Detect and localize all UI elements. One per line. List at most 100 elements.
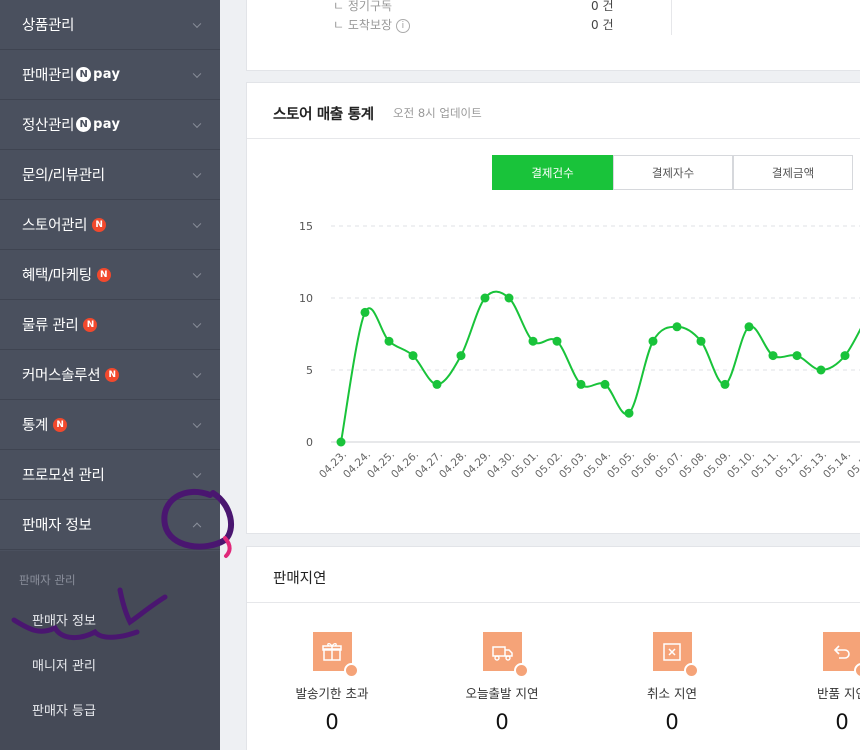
delay-item-ship-deadline[interactable]: 발송기한 초과 0 (247, 632, 417, 734)
sidebar-item[interactable]: 통계 N (0, 400, 220, 450)
sidebar-item-label: 정산관리 (22, 118, 75, 134)
delay-title: 판매지연 (273, 571, 327, 587)
chevron-down-icon (192, 169, 202, 178)
delay-label: 반품 지연 (817, 686, 860, 701)
data-point[interactable] (528, 336, 538, 346)
data-point[interactable] (504, 293, 514, 303)
y-tick-label: 10 (299, 292, 313, 305)
seller-submenu: 판매자 관리 판매자 정보 매니저 관리 판매자 등급 (0, 551, 220, 750)
submenu-item-seller-info[interactable]: 판매자 정보 (32, 610, 96, 629)
truck-icon (482, 632, 529, 678)
tab-payer-count[interactable]: 결제자수 (613, 155, 733, 190)
new-badge: N (53, 417, 68, 432)
data-point[interactable] (840, 351, 850, 361)
chevron-down-icon (192, 219, 202, 228)
stats-title: 스토어 매출 통계 (273, 107, 374, 123)
sidebar-item-label: 판매자 정보 (22, 518, 92, 534)
chevron-down-icon (192, 269, 202, 278)
chevron-down-icon (192, 69, 202, 78)
sidebar-item-label: 커머스솔루션 (22, 368, 101, 384)
sidebar-item-label: 통계 (22, 418, 49, 434)
y-tick-label: 0 (306, 436, 313, 449)
delay-value: 0 (665, 710, 679, 734)
data-point[interactable] (720, 379, 730, 389)
tab-payment-amount[interactable]: 결제금액 (733, 155, 853, 190)
gift-icon (312, 632, 359, 678)
subscription-value: 0 건 (591, 0, 614, 13)
data-point[interactable] (792, 351, 802, 361)
data-point[interactable] (768, 351, 778, 361)
delay-item-today-dispatch[interactable]: 오늘출발 지연 0 (417, 632, 587, 734)
new-badge: N (105, 367, 120, 382)
npay-text: pay (93, 117, 121, 132)
data-point[interactable] (696, 336, 706, 346)
sidebar-nav: 상품관리 판매관리 Npay 정산관리 Npay 문의/리뷰관리 스토어관리 N 혜택/마케팅 N… (0, 0, 220, 550)
sidebar-item[interactable]: 혜택/마케팅 N (0, 250, 220, 300)
data-point[interactable] (408, 351, 418, 361)
delay-label: 발송기한 초과 (295, 686, 369, 701)
sidebar: 상품관리 판매관리 Npay 정산관리 Npay 문의/리뷰관리 스토어관리 N 혜택/마케팅 N… (0, 0, 220, 750)
sidebar-item[interactable]: 상품관리 (0, 0, 220, 50)
data-point[interactable] (456, 351, 466, 361)
submenu-item-seller-grade[interactable]: 판매자 등급 (32, 700, 96, 719)
chevron-down-icon (192, 419, 202, 428)
store-sales-stats-card: 스토어 매출 통계 오전 8시 업데이트 결제건수 결제자수 결제금액 0 5 10… (246, 82, 860, 534)
chevron-down-icon (192, 369, 202, 378)
delay-item-cancel[interactable]: 취소 지연 0 (587, 632, 757, 734)
data-point[interactable] (432, 379, 442, 389)
stats-update-time: 오전 8시 업데이트 (393, 106, 482, 120)
npay-n-mark: N (76, 117, 92, 132)
npay-text: pay (93, 67, 121, 82)
sales-delay-card: 판매지연 발송기한 초과 0 오늘출발 지연 0 취소 지연 0 반품 지연 0 (246, 546, 860, 750)
delay-item-return[interactable]: 반품 지연 0 (757, 632, 860, 734)
tab-payment-count[interactable]: 결제건수 (492, 155, 613, 190)
submenu-header: 판매자 관리 (19, 573, 76, 587)
sidebar-item[interactable]: 판매관리 Npay (0, 50, 220, 100)
sidebar-item-label: 문의/리뷰관리 (22, 168, 105, 184)
data-point[interactable] (816, 365, 826, 375)
sidebar-item[interactable]: 정산관리 Npay (0, 100, 220, 150)
sidebar-item[interactable]: 문의/리뷰관리 (0, 150, 220, 200)
series-line (340, 290, 860, 443)
chevron-down-icon (192, 319, 202, 328)
clock-icon (683, 663, 699, 678)
clock-icon (343, 663, 359, 678)
npay-logo-icon: Npay (76, 67, 120, 82)
submenu-item-manager[interactable]: 매니저 관리 (32, 655, 96, 674)
subscription-label: ㄴ 정기구독 (333, 0, 393, 13)
data-point[interactable] (480, 293, 490, 303)
data-point[interactable] (648, 336, 658, 346)
cancel-icon (652, 632, 699, 678)
sidebar-item-label: 물류 관리 (22, 318, 79, 334)
sidebar-item[interactable]: 프로모션 관리 (0, 450, 220, 500)
info-icon[interactable]: i (395, 18, 410, 33)
return-icon (822, 632, 860, 678)
divider (247, 602, 860, 603)
clock-icon (513, 663, 529, 678)
sidebar-item-label: 스토어관리 (22, 218, 88, 234)
new-badge: N (83, 317, 98, 332)
data-point[interactable] (552, 336, 562, 346)
clock-icon (853, 663, 860, 678)
delay-label: 취소 지연 (647, 686, 697, 701)
data-point[interactable] (624, 408, 634, 418)
tree-branch-icon: ㄴ (333, 18, 348, 32)
data-point[interactable] (360, 307, 370, 317)
sidebar-item[interactable]: 커머스솔루션 N (0, 350, 220, 400)
data-point[interactable] (576, 379, 586, 389)
new-badge: N (96, 267, 111, 282)
sidebar-item[interactable]: 물류 관리 N (0, 300, 220, 350)
delay-label: 오늘출발 지연 (465, 686, 539, 701)
data-point[interactable] (672, 322, 682, 332)
y-tick-label: 5 (306, 364, 313, 377)
sidebar-item-label: 상품관리 (22, 18, 75, 34)
delay-value: 0 (495, 710, 509, 734)
data-point[interactable] (384, 336, 394, 346)
sidebar-item[interactable]: 스토어관리 N (0, 200, 220, 250)
sidebar-item-label: 판매관리 (22, 68, 75, 84)
sidebar-item[interactable]: 판매자 정보 (0, 500, 220, 550)
npay-logo-icon: Npay (76, 117, 120, 132)
data-point[interactable] (744, 322, 754, 332)
data-point[interactable] (600, 379, 610, 389)
data-point[interactable] (336, 437, 346, 447)
